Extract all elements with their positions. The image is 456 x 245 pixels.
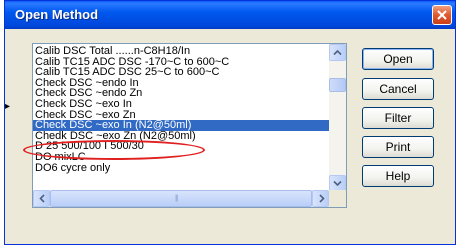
list-item[interactable]: Check DSC ~exo In — [33, 99, 330, 110]
method-listbox[interactable]: Calib DSC Total ......n-C8H18/In Calib TC… — [32, 43, 347, 208]
open-button[interactable]: Open — [362, 48, 434, 70]
list-item[interactable]: DO mixLC — [33, 152, 330, 163]
pointer-arrow-icon: ▸ — [5, 101, 11, 112]
close-icon — [437, 10, 447, 20]
filter-button[interactable]: Filter — [362, 107, 434, 129]
grip-icon: ||| — [175, 195, 179, 202]
list-item[interactable]: Calib DSC Total ......n-C8H18/In — [33, 46, 330, 57]
window-title: Open Method — [15, 7, 99, 22]
chevron-down-icon — [333, 180, 342, 187]
close-button[interactable] — [432, 5, 452, 25]
scrollbar-corner — [329, 190, 346, 207]
scroll-up-button[interactable] — [329, 44, 346, 61]
scroll-left-button[interactable] — [33, 190, 50, 207]
title-bar[interactable]: Open Method — [5, 1, 455, 29]
list-item[interactable]: DO6 cycre only — [33, 162, 330, 174]
vertical-scroll-thumb[interactable] — [329, 78, 346, 92]
method-list: Calib DSC Total ......n-C8H18/In Calib TC… — [33, 46, 330, 173]
horizontal-scroll-thumb[interactable]: ||| — [50, 190, 312, 207]
chevron-up-icon — [333, 49, 342, 56]
cancel-button[interactable]: Cancel — [362, 78, 434, 100]
print-button[interactable]: Print — [362, 136, 434, 158]
chevron-left-icon — [39, 194, 45, 203]
open-method-dialog: Open Method Calib DSC Total ......n-C8H1… — [4, 0, 456, 245]
horizontal-scrollbar[interactable]: ||| — [33, 190, 329, 207]
help-button[interactable]: Help — [362, 165, 434, 187]
scroll-right-button[interactable] — [312, 190, 329, 207]
vertical-scrollbar[interactable] — [329, 44, 346, 192]
chevron-right-icon — [319, 194, 325, 203]
